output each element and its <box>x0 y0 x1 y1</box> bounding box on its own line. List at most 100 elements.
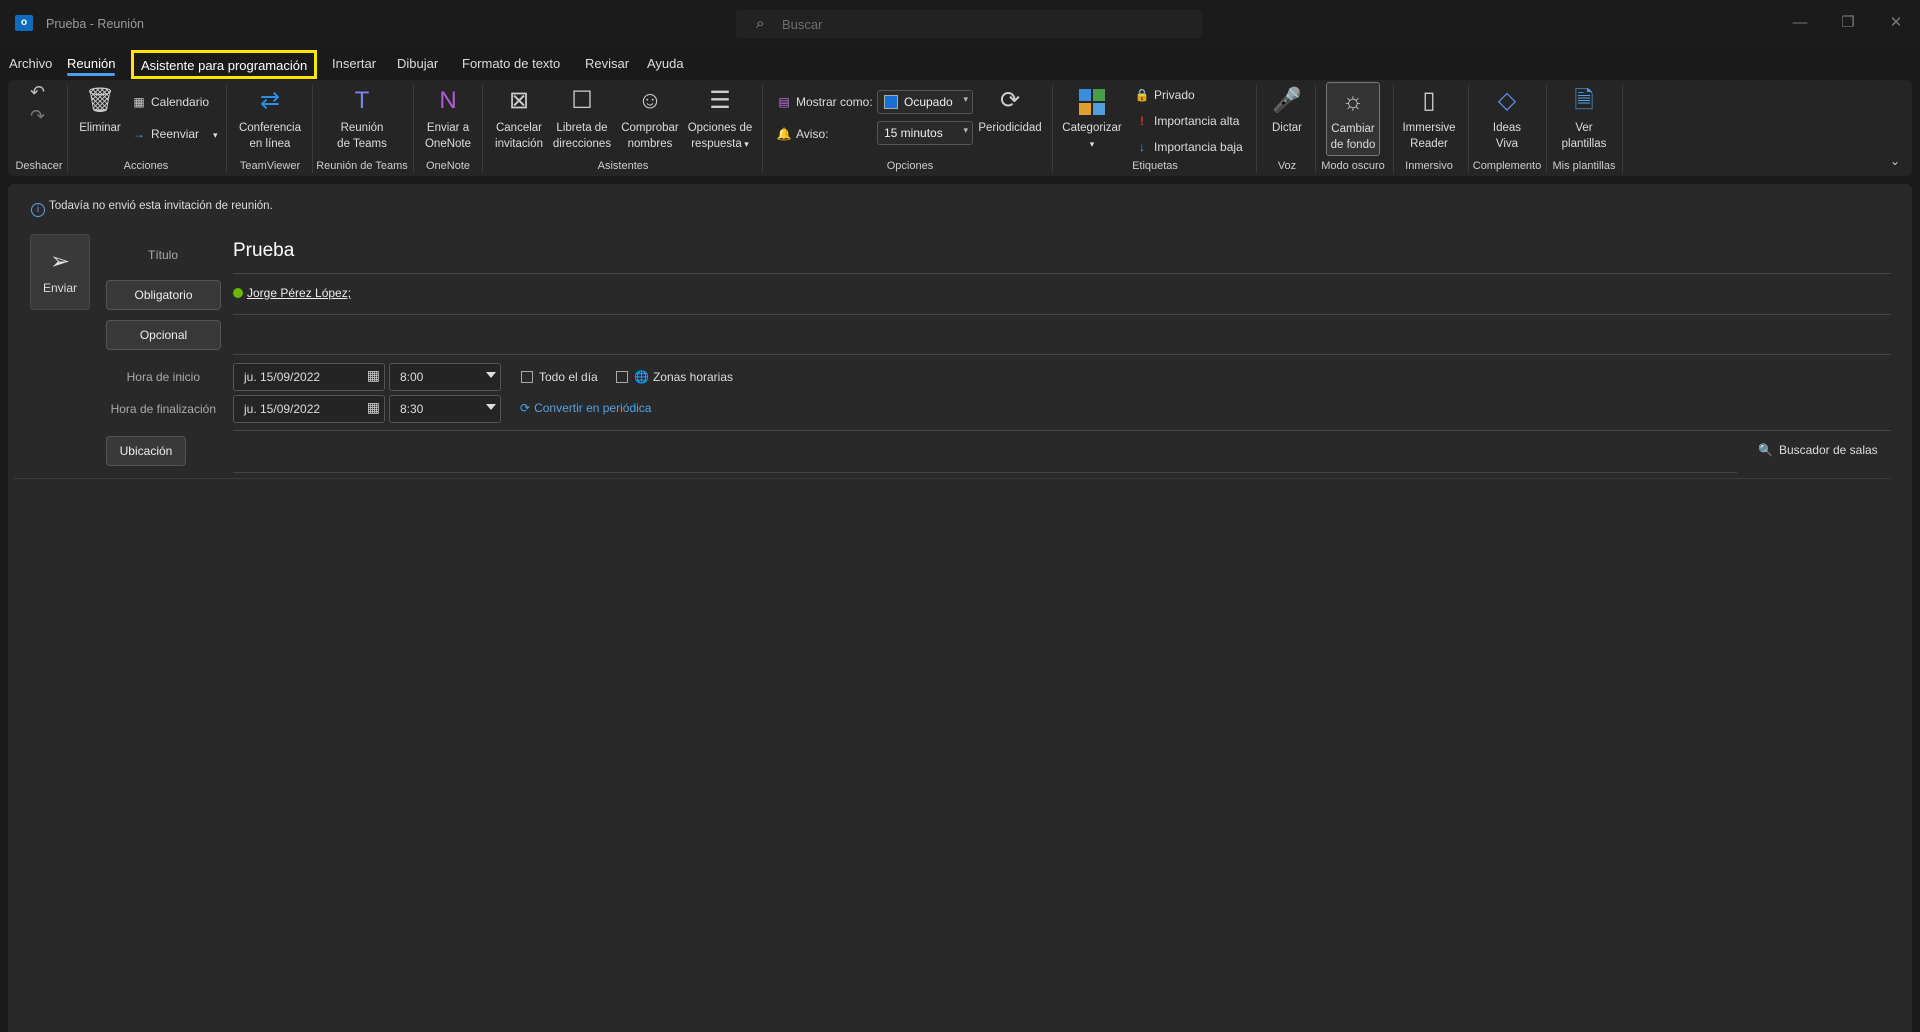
send-button[interactable]: ➢ Enviar <box>30 234 90 310</box>
change-background-button[interactable]: ☼ Cambiar de fondo <box>1326 82 1380 156</box>
view-templates-button[interactable]: 🗎 Ver plantillas <box>1552 86 1616 152</box>
room-finder-button[interactable]: 🔍 Buscador de salas <box>1758 443 1878 457</box>
tab-asistente-programacion[interactable]: Asistente para programación <box>131 50 318 79</box>
tab-reunion[interactable]: Reunión <box>67 56 116 76</box>
group-deshacer: Deshacer <box>15 160 63 172</box>
address-label-1: Libreta de <box>556 122 608 134</box>
info-bar: i Todavía no envió esta invitación de reu… <box>31 200 273 217</box>
calendar-icon[interactable]: ▦ <box>367 399 380 416</box>
tab-ayuda[interactable]: Ayuda <box>647 56 684 71</box>
chevron-down-icon: ▾ <box>963 94 968 104</box>
calendar-icon[interactable]: ▦ <box>367 367 380 384</box>
location-button[interactable]: Ubicación <box>106 436 186 466</box>
check-names-button[interactable]: ☺ Comprobar nombres <box>618 86 682 152</box>
separator <box>1393 85 1394 173</box>
teams-meeting-button[interactable]: T Reunión de Teams <box>324 86 400 152</box>
response-label-1: Opciones de <box>687 122 753 134</box>
separator <box>1256 85 1257 173</box>
tab-insertar[interactable]: Insertar <box>332 56 376 71</box>
minimize-button[interactable]: — <box>1780 10 1820 36</box>
teams-label-2: de Teams <box>337 138 387 150</box>
globe-icon: 🌐 <box>634 370 649 384</box>
address-book-icon: ☐ <box>571 87 593 114</box>
viva-ideas-icon: ◇ <box>1497 87 1517 114</box>
undo-icon[interactable]: ↶ <box>30 83 45 101</box>
group-mis-plantillas: Mis plantillas <box>1552 160 1616 172</box>
chevron-down-icon[interactable] <box>486 404 496 410</box>
show-as-select[interactable]: Ocupado ▾ <box>877 90 973 114</box>
templates-label-2: plantillas <box>1561 138 1607 150</box>
group-teams: Reunión de Teams <box>316 160 408 172</box>
title-input[interactable]: Prueba <box>233 240 294 262</box>
make-recurring-link[interactable]: ⟳ Convertir en periódica <box>520 401 651 415</box>
dictate-label: Dictar <box>1271 122 1303 134</box>
viva-ideas-button[interactable]: ◇ Ideas Viva <box>1474 86 1540 152</box>
end-time-field[interactable]: 8:30 <box>389 395 501 423</box>
private-button[interactable]: 🔒 Privado <box>1133 88 1195 102</box>
delete-button[interactable]: 🗑 Eliminar <box>75 86 125 136</box>
onenote-button[interactable]: N Enviar a OneNote <box>418 86 478 152</box>
end-time-label: Hora de finalización <box>110 402 216 416</box>
templates-label-1: Ver <box>1575 122 1593 134</box>
time-zones-checkbox[interactable]: 🌐 Zonas horarias <box>616 370 733 384</box>
required-attendees-field[interactable]: Jorge Pérez López; <box>233 286 351 300</box>
microphone-icon: 🎤 <box>1272 87 1302 114</box>
forward-button[interactable]: → Reenviar ▾ <box>130 127 218 141</box>
restore-button[interactable]: ❐ <box>1828 10 1868 36</box>
tab-dibujar[interactable]: Dibujar <box>397 56 438 71</box>
reminder-label: 🔔 Aviso: <box>775 127 829 141</box>
address-book-button[interactable]: ☐ Libreta de direcciones <box>552 86 612 152</box>
end-date-field[interactable]: ju. 15/09/2022 ▦ <box>233 395 385 423</box>
separator <box>1622 85 1623 173</box>
optional-button[interactable]: Opcional <box>106 320 221 350</box>
end-time-value: 8:30 <box>400 402 424 416</box>
cancel-invitation-button[interactable]: ⊠ Cancelar invitación <box>489 86 549 152</box>
start-time-field[interactable]: 8:00 <box>389 363 501 391</box>
recurrence-label: Periodicidad <box>978 122 1042 134</box>
high-importance-button[interactable]: ! Importancia alta <box>1133 114 1239 128</box>
group-inmersivo: Inmersivo <box>1405 160 1453 172</box>
categorize-button[interactable]: Categorizar ▾ <box>1060 86 1124 152</box>
check-label-2: nombres <box>627 138 673 150</box>
check-label-1: Comprobar <box>621 122 679 134</box>
outlook-logo-icon: o <box>15 15 33 31</box>
search-box[interactable]: ⌕ Buscar <box>736 10 1202 38</box>
viva-label-2: Viva <box>1495 138 1519 150</box>
start-time-value: 8:00 <box>400 370 424 384</box>
templates-icon: 🗎 <box>1574 87 1594 114</box>
chevron-down-icon: ▾ <box>963 125 968 135</box>
separator <box>1052 85 1053 173</box>
private-label: Privado <box>1154 88 1195 102</box>
start-date-field[interactable]: ju. 15/09/2022 ▦ <box>233 363 385 391</box>
cancel-invitation-icon: ⊠ <box>508 87 530 114</box>
divider <box>233 354 1891 355</box>
separator <box>482 85 483 173</box>
redo-icon[interactable]: ↷ <box>30 107 45 125</box>
close-button[interactable]: ✕ <box>1876 10 1916 36</box>
tab-formato-texto[interactable]: Formato de texto <box>462 56 560 71</box>
recurrence-button[interactable]: ⟳ Periodicidad <box>976 86 1044 136</box>
required-button[interactable]: Obligatorio <box>106 280 221 310</box>
room-finder-label: Buscador de salas <box>1778 443 1878 457</box>
conference-button[interactable]: ⇄ Conferencia en línea <box>232 86 308 152</box>
all-day-label: Todo el día <box>539 370 598 384</box>
reminder-select[interactable]: 15 minutos ▾ <box>877 121 973 145</box>
immersive-reader-button[interactable]: ▯ Immersive Reader <box>1396 86 1462 152</box>
low-importance-label: Importancia baja <box>1154 140 1243 154</box>
tab-archivo[interactable]: Archivo <box>9 56 52 71</box>
divider <box>233 314 1891 315</box>
start-time-label: Hora de inicio <box>126 370 200 384</box>
conference-label-1: Conferencia <box>238 122 301 134</box>
response-options-button[interactable]: ☰ Opciones de respuesta ▾ <box>686 86 754 152</box>
ribbon-collapse-icon[interactable]: ⌄ <box>1890 154 1900 168</box>
location-input-line[interactable] <box>233 472 1737 473</box>
cancel-label-2: invitación <box>495 138 543 150</box>
dictate-button[interactable]: 🎤 Dictar <box>1264 86 1310 136</box>
low-importance-button[interactable]: ↓ Importancia baja <box>1133 140 1243 154</box>
chevron-down-icon[interactable] <box>486 372 496 378</box>
background-label-2: de fondo <box>1330 139 1376 151</box>
tab-revisar[interactable]: Revisar <box>585 56 629 71</box>
all-day-checkbox[interactable]: Todo el día <box>521 370 598 384</box>
calendar-button[interactable]: ▦ Calendario <box>130 95 209 109</box>
teams-label-1: Reunión <box>340 122 384 134</box>
